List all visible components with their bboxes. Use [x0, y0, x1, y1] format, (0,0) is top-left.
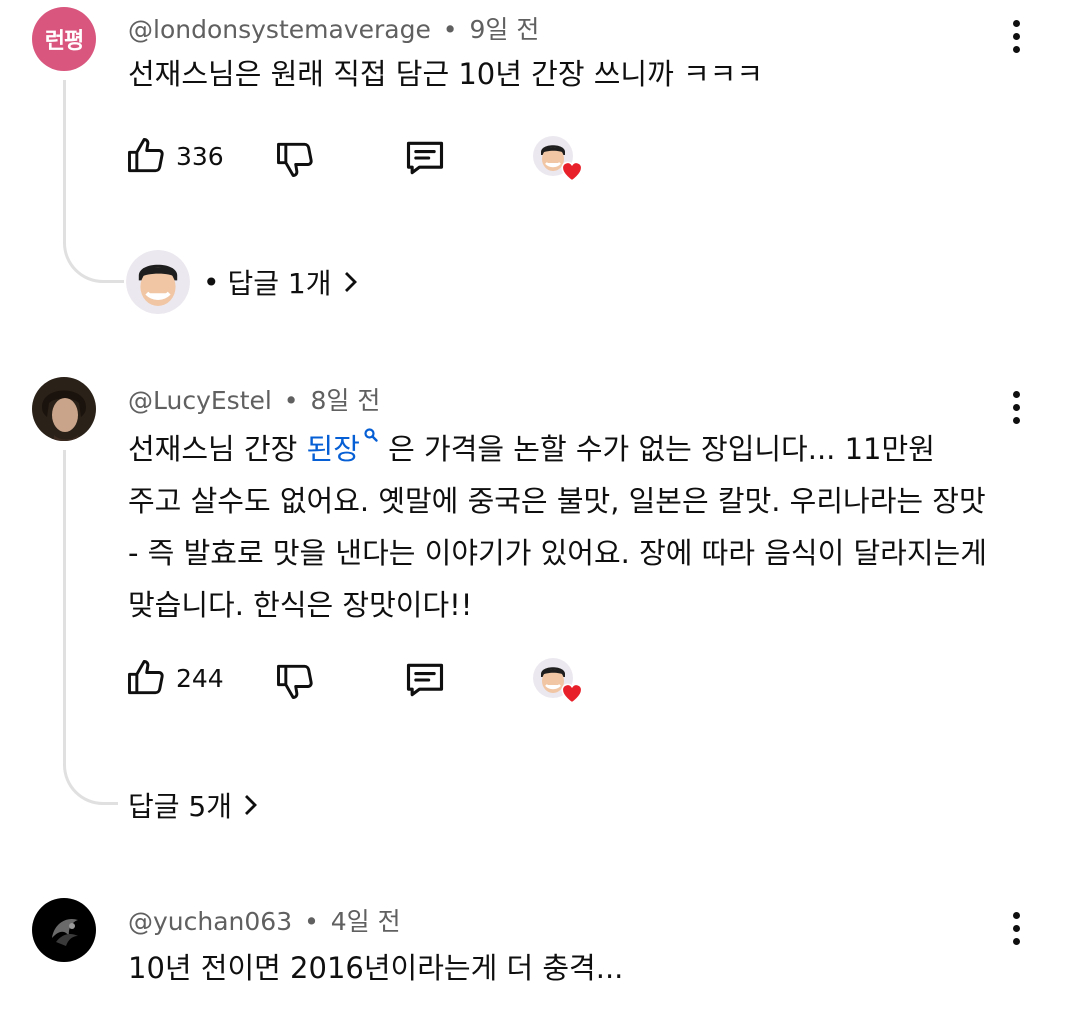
more-icon-dot [1012, 911, 1020, 919]
search-icon [364, 428, 378, 442]
comment-meta: @LucyEstel • 8일 전 [128, 381, 380, 417]
view-replies-button[interactable]: 답글 5개 [128, 785, 262, 825]
comment-line: 선재스님 간장 된장 은 가격을 논할 수가 없는 장입니다... 11만원 [128, 423, 987, 475]
separator-dot: • [304, 907, 319, 936]
more-icon-dot [1012, 403, 1020, 411]
comment-time[interactable]: 4일 전 [331, 907, 401, 936]
replies-label: 답글 5개 [128, 790, 232, 823]
more-icon-dot [1012, 924, 1020, 932]
creator-heart [533, 658, 587, 708]
author-name[interactable]: @londonsystemaverage [128, 15, 431, 44]
avatar[interactable] [32, 377, 96, 441]
avatar[interactable] [32, 898, 96, 962]
heart-icon [561, 161, 583, 182]
more-icon-dot [1012, 19, 1020, 27]
more-icon-dot [1012, 45, 1020, 53]
reply-avatar-icon[interactable] [126, 250, 190, 314]
thumbs-down-icon[interactable] [273, 137, 317, 181]
comment-line: 주고 살수도 없어요. 옛말에 중국은 불맛, 일본은 칼맛. 우리나라는 장맛 [128, 484, 986, 518]
comment-time[interactable]: 8일 전 [310, 386, 380, 415]
thumbs-down-icon[interactable] [273, 659, 317, 703]
more-icon-dot [1012, 937, 1020, 945]
comment-text: 선재스님 간장 된장 은 가격을 논할 수가 없는 장입니다... 11만원 주… [128, 423, 987, 631]
thumbs-up-icon [128, 138, 164, 173]
author-name[interactable]: @LucyEstel [128, 386, 272, 415]
like-button[interactable]: 336 [124, 134, 224, 178]
search-link-label: 된장 [306, 432, 360, 466]
comment-line: 맞습니다. 한식은 장맛이다!! [128, 588, 473, 622]
replies-label: 답글 1개 [227, 267, 332, 300]
chevron-right-icon [344, 272, 357, 292]
more-icon-dot [1012, 390, 1020, 398]
more-icon-dot [1012, 416, 1020, 424]
chevron-right-icon [245, 795, 257, 815]
comment-text-part: 은 가격을 논할 수가 없는 장입니다... 11만원 [378, 432, 935, 466]
separator-dot: • [283, 386, 299, 415]
thread-line [63, 450, 118, 805]
avatar-initials: 런평 [44, 29, 84, 54]
creator-heart [533, 136, 587, 186]
search-link[interactable]: 된장 [307, 423, 379, 475]
author-name[interactable]: @yuchan063 [128, 907, 292, 936]
comment-line: - 즉 발효로 맛을 낸다는 이야기가 있어요. 장에 따라 음식이 달라지는게 [128, 536, 987, 570]
more-options-button[interactable] [1001, 385, 1031, 429]
like-count: 244 [176, 663, 224, 693]
separator-dot: • [442, 15, 458, 44]
thumbs-up-icon [128, 660, 164, 695]
comment-time[interactable]: 9일 전 [469, 15, 539, 44]
more-options-button[interactable] [1001, 14, 1031, 58]
comment-text-part: 선재스님 간장 [128, 432, 307, 466]
view-replies-button[interactable]: • 답글 1개 [203, 262, 362, 302]
comment-meta: @londonsystemaverage • 9일 전 [128, 10, 539, 46]
comment-meta: @yuchan063 • 4일 전 [128, 902, 401, 938]
avatar[interactable]: 런평 [32, 7, 96, 71]
more-options-button[interactable] [1001, 906, 1031, 950]
reply-comment-icon[interactable] [403, 136, 447, 180]
thread-line [63, 80, 124, 283]
heart-icon [561, 683, 583, 704]
comment-text: 10년 전이면 2016년이라는게 더 충격... [128, 951, 624, 985]
separator-dot: • [203, 265, 220, 299]
like-button[interactable]: 244 [124, 656, 224, 700]
more-icon-dot [1012, 32, 1020, 40]
reply-comment-icon[interactable] [403, 658, 447, 702]
like-count: 336 [176, 141, 224, 171]
comment-text: 선재스님은 원래 직접 담근 10년 간장 쓰니까 ㅋㅋㅋ [128, 57, 764, 91]
